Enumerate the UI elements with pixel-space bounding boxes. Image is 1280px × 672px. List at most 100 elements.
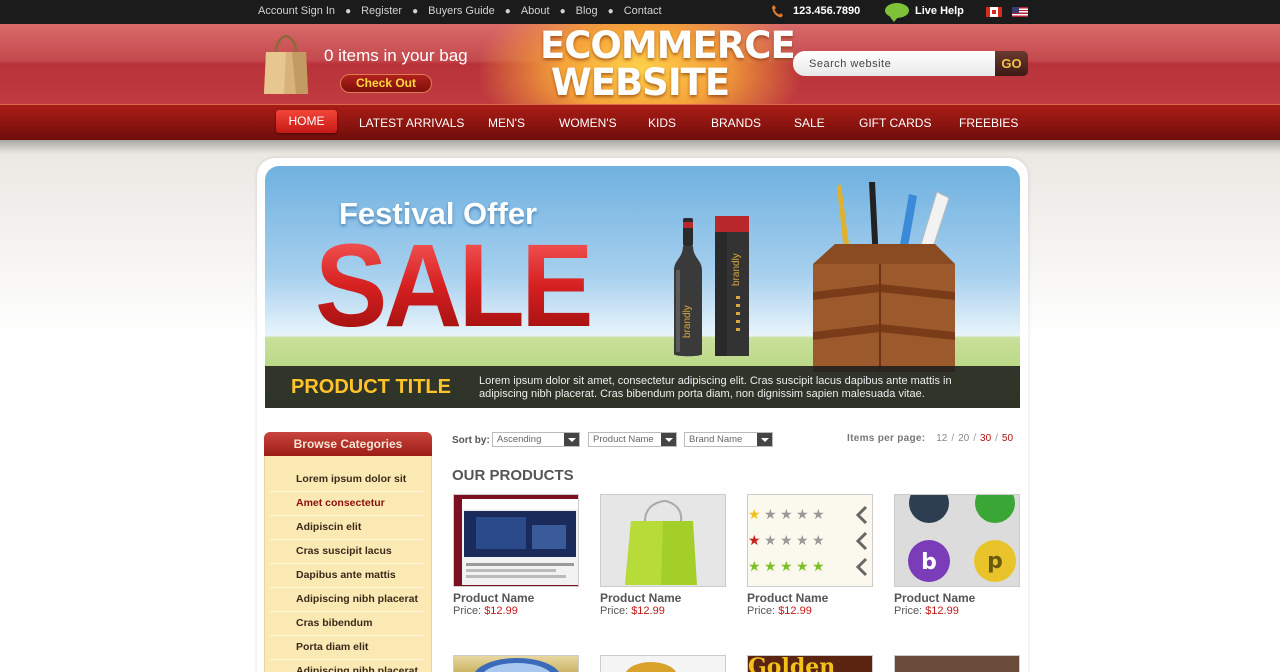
svg-text:★: ★ — [812, 507, 825, 523]
live-help-link[interactable]: Live Help — [885, 3, 964, 22]
nav-item-gift-cards[interactable]: GIFT CARDS — [859, 116, 931, 130]
search-box: GO — [793, 51, 1028, 76]
product-thumbnail[interactable]: b p — [894, 494, 1020, 587]
buyers-guide-link[interactable]: Buyers Guide — [428, 5, 495, 17]
banner-caption: PRODUCT TITLE Lorem ipsum dolor sit amet… — [265, 366, 1020, 408]
green-shopping-bag-image — [601, 495, 725, 586]
category-item[interactable]: Lorem ipsum dolor sit — [270, 468, 424, 492]
social-icons-image: b p — [895, 495, 1019, 586]
svg-text:brandly: brandly — [682, 305, 693, 338]
product-thumbnail-row2[interactable]: Golden — [747, 655, 873, 672]
checkout-button[interactable]: Check Out — [340, 74, 432, 93]
brand-select[interactable]: Brand Name — [684, 432, 773, 447]
nav-item-brands[interactable]: BRANDS — [711, 116, 761, 130]
category-item[interactable]: Adipiscing nibh placerat — [270, 588, 424, 612]
product-thumbnail[interactable]: ★ ★ ★ ★ ★ ★ ★ ★ ★ ★ ★ ★ ★ ★ ★ — [747, 494, 873, 587]
star-rating-icons-image: ★ ★ ★ ★ ★ ★ ★ ★ ★ ★ ★ ★ ★ ★ ★ — [748, 495, 872, 586]
price-value: $12.99 — [631, 605, 665, 617]
category-item[interactable]: Adipiscin elit — [270, 516, 424, 540]
category-item[interactable]: Porta diam elit — [270, 636, 424, 660]
usa-flag-icon[interactable] — [1012, 7, 1028, 17]
category-item[interactable]: Cras bibendum — [270, 612, 424, 636]
product-card[interactable]: ★ ★ ★ ★ ★ ★ ★ ★ ★ ★ ★ ★ ★ ★ ★ Product Name Price: $1… — [747, 494, 873, 617]
nav-item-home[interactable]: HOME — [276, 110, 337, 133]
sort-order-value: Ascending — [497, 434, 542, 445]
svg-text:★: ★ — [748, 533, 761, 549]
product-name[interactable]: Product Name — [894, 591, 1020, 605]
nav-item-mens[interactable]: MEN'S — [488, 116, 525, 130]
product-thumbnail-row2[interactable] — [453, 655, 579, 672]
pen-holder-image — [813, 182, 955, 372]
svg-text:p: p — [987, 549, 1003, 574]
category-list: Lorem ipsum dolor sit Amet consectetur A… — [270, 468, 424, 672]
nav-item-freebies[interactable]: FREEBIES — [959, 116, 1018, 130]
svg-text:★: ★ — [748, 559, 761, 575]
phone-number: 123.456.7890 — [771, 4, 860, 18]
nav-item-sale[interactable]: SALE — [794, 116, 825, 130]
product-card[interactable]: Product Name Price: $12.99 — [453, 494, 579, 617]
product-card[interactable]: b p Product Name Price: $12.99 — [894, 494, 1020, 617]
per-page-option-30[interactable]: 30 — [980, 433, 991, 444]
products-heading: OUR PRODUCTS — [452, 467, 574, 484]
svg-text:★: ★ — [812, 533, 825, 549]
about-link[interactable]: About — [521, 5, 550, 17]
per-page-option-12[interactable]: 12 — [936, 433, 947, 444]
category-item[interactable]: Cras suscipit lacus — [270, 540, 424, 564]
register-link[interactable]: Register — [361, 5, 402, 17]
svg-text:★: ★ — [780, 507, 793, 523]
phone-icon — [772, 5, 783, 18]
per-page-option-20[interactable]: 20 — [958, 433, 969, 444]
separator-dot: ● — [345, 5, 352, 17]
items-per-page-label: Items per page: — [847, 433, 926, 444]
chevron-down-icon — [661, 433, 676, 446]
search-go-button[interactable]: GO — [995, 51, 1028, 76]
product-thumbnail[interactable] — [453, 494, 579, 587]
account-sign-in-link[interactable]: Account Sign In — [258, 5, 335, 17]
bottle-box-image: brandly — [715, 216, 749, 356]
category-item-active[interactable]: Amet consectetur — [270, 492, 424, 516]
chevron-down-icon — [757, 433, 772, 446]
product-name[interactable]: Product Name — [600, 591, 726, 605]
site-logo[interactable]: ECOMMERCE WEBSITE — [540, 27, 796, 104]
sort-order-select[interactable]: Ascending — [492, 432, 580, 447]
sort-field-select[interactable]: Product Name — [588, 432, 677, 447]
product-thumbnail-row2[interactable] — [600, 655, 726, 672]
top-links: Account Sign In ● Register ● Buyers Guid… — [258, 5, 662, 17]
category-item[interactable]: Adipiscing nibh placerat — [270, 660, 424, 672]
bottle-image: brandly — [674, 218, 702, 357]
canada-flag-icon[interactable] — [986, 7, 1002, 17]
svg-text:★: ★ — [780, 559, 793, 575]
product-name[interactable]: Product Name — [453, 591, 579, 605]
category-item[interactable]: Dapibus ante mattis — [270, 564, 424, 588]
svg-text:★: ★ — [780, 533, 793, 549]
banner-product-title[interactable]: PRODUCT TITLE — [291, 376, 451, 399]
product-thumbnail-row2[interactable] — [894, 655, 1020, 672]
nav-item-womens[interactable]: WOMEN'S — [559, 116, 617, 130]
coin-image — [626, 662, 676, 672]
product-price: Price: $12.99 — [747, 605, 812, 617]
blog-link[interactable]: Blog — [576, 5, 598, 17]
product-price: Price: $12.99 — [600, 605, 665, 617]
chat-bubble-icon — [885, 3, 909, 22]
product-thumbnail[interactable] — [600, 494, 726, 587]
nav-item-latest-arrivals[interactable]: LATEST ARRIVALS — [359, 116, 464, 130]
banner-sale-text: SALE — [315, 220, 593, 352]
shopping-bag-icon — [264, 34, 308, 94]
product-name[interactable]: Product Name — [747, 591, 873, 605]
svg-text:★: ★ — [764, 533, 777, 549]
svg-text:★: ★ — [764, 559, 777, 575]
live-help-label: Live Help — [915, 4, 964, 17]
separator-dot: ● — [504, 5, 511, 17]
badge-image — [475, 658, 559, 672]
per-page-option-50[interactable]: 50 — [1002, 433, 1013, 444]
banner-description: Lorem ipsum dolor sit amet, consectetur … — [479, 375, 952, 400]
logo-line-2: WEBSITE — [550, 61, 730, 104]
product-price: Price: $12.99 — [453, 605, 518, 617]
product-card[interactable]: Product Name Price: $12.99 — [600, 494, 726, 617]
nav-item-kids[interactable]: KIDS — [648, 116, 676, 130]
search-input[interactable] — [793, 51, 997, 76]
svg-text:brandly: brandly — [731, 253, 742, 286]
contact-link[interactable]: Contact — [624, 5, 662, 17]
separator-dot: ● — [559, 5, 566, 17]
svg-text:★: ★ — [764, 507, 777, 523]
